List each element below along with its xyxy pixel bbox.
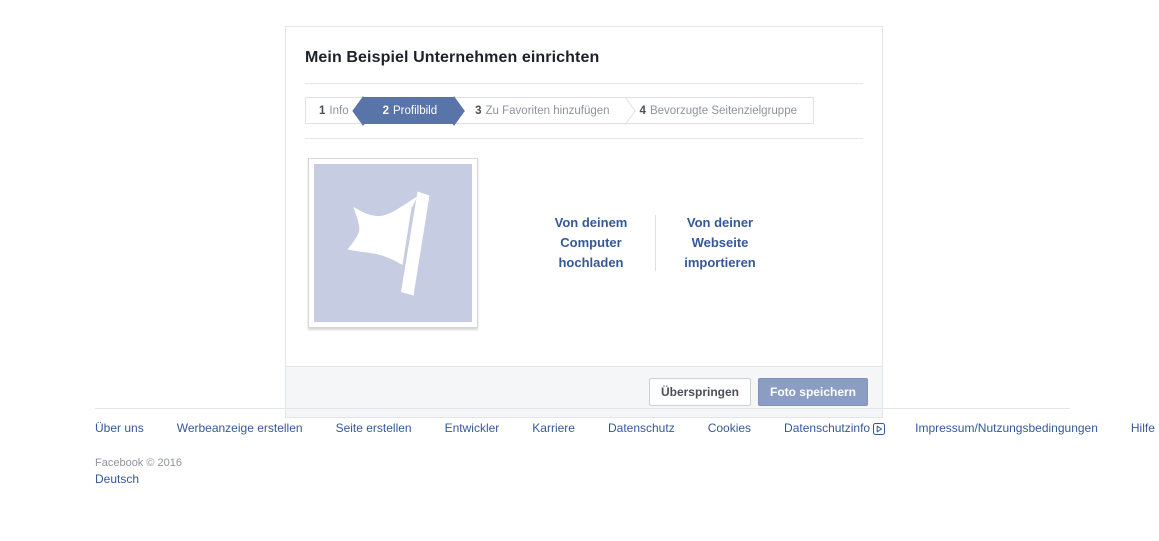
step-4-number: 4 bbox=[640, 105, 646, 117]
footer-divider bbox=[95, 408, 1070, 409]
step-1-label: Info bbox=[329, 105, 348, 117]
step-1-number: 1 bbox=[319, 105, 325, 117]
card-body: Mein Beispiel Unternehmen einrichten 1 I… bbox=[286, 27, 882, 366]
footer-link-cookies[interactable]: Cookies bbox=[708, 421, 751, 435]
save-photo-button[interactable]: Foto speichern bbox=[758, 378, 868, 406]
footer-link-privacy[interactable]: Datenschutz bbox=[608, 421, 675, 435]
footer-links: Über uns Werbeanzeige erstellen Seite er… bbox=[95, 421, 1070, 435]
footer-link-about[interactable]: Über uns bbox=[95, 421, 144, 435]
title-divider bbox=[305, 83, 863, 84]
copyright-text: Facebook © 2016 bbox=[95, 455, 1070, 471]
footer-link-developers[interactable]: Entwickler bbox=[445, 421, 500, 435]
footer-link-privacy-basics[interactable]: Datenschutzinfo bbox=[784, 421, 885, 435]
profile-photo-frame[interactable] bbox=[308, 158, 478, 328]
photo-upload-area: Von deinem Computer hochladen Von deiner… bbox=[305, 139, 863, 366]
setup-card: Mein Beispiel Unternehmen einrichten 1 I… bbox=[285, 26, 883, 418]
footer-link-privacy-basics-label: Datenschutzinfo bbox=[784, 421, 870, 435]
language-link[interactable]: Deutsch bbox=[95, 472, 1070, 486]
page-title: Mein Beispiel Unternehmen einrichten bbox=[305, 27, 863, 83]
step-2-profilbild[interactable]: 2 Profilbild bbox=[363, 97, 454, 124]
footer-link-create-ad[interactable]: Werbeanzeige erstellen bbox=[177, 421, 303, 435]
step-3-favoriten[interactable]: 3 Zu Favoriten hinzufügen bbox=[453, 97, 623, 124]
flag-icon bbox=[341, 185, 445, 301]
setup-stepper: 1 Info 2 Profilbild 3 Zu Favoriten hinzu… bbox=[305, 97, 863, 124]
privacy-play-icon bbox=[873, 423, 885, 435]
step-3-number: 3 bbox=[475, 105, 481, 117]
skip-button[interactable]: Überspringen bbox=[649, 378, 751, 406]
footer-link-terms[interactable]: Impressum/Nutzungsbedingungen bbox=[915, 421, 1098, 435]
footer-link-help[interactable]: Hilfe bbox=[1131, 421, 1155, 435]
footer-link-careers[interactable]: Karriere bbox=[532, 421, 575, 435]
step-2-label: Profilbild bbox=[393, 105, 437, 117]
import-from-website-link[interactable]: Von deiner Webseite importieren bbox=[656, 213, 784, 273]
step-3-label: Zu Favoriten hinzufügen bbox=[486, 105, 610, 117]
upload-from-computer-link[interactable]: Von deinem Computer hochladen bbox=[527, 213, 655, 273]
step-2-number: 2 bbox=[383, 105, 389, 117]
step-4-label: Bevorzugte Seitenzielgruppe bbox=[650, 105, 797, 117]
step-4-zielgruppe[interactable]: 4 Bevorzugte Seitenzielgruppe bbox=[624, 97, 814, 124]
photo-source-actions: Von deinem Computer hochladen Von deiner… bbox=[508, 158, 803, 328]
page-footer: Über uns Werbeanzeige erstellen Seite er… bbox=[95, 408, 1070, 486]
footer-link-create-page[interactable]: Seite erstellen bbox=[336, 421, 412, 435]
profile-photo-placeholder bbox=[314, 164, 472, 322]
